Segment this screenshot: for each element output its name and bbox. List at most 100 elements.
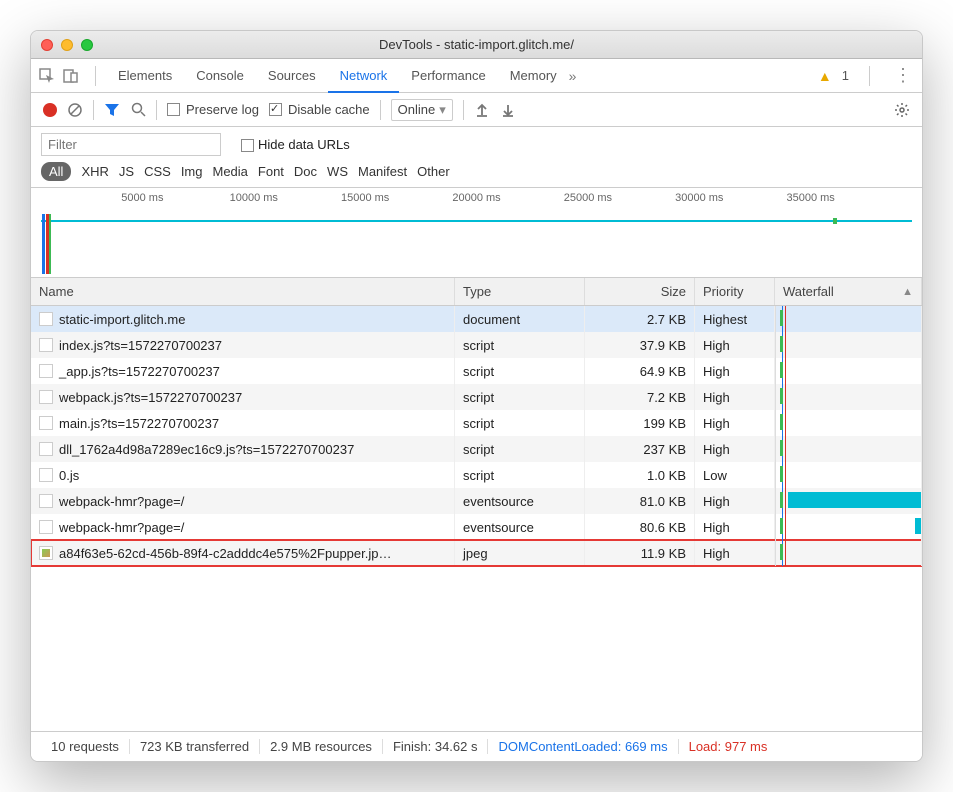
file-name: webpack-hmr?page=/ [59,494,184,509]
tl-label: 20000 ms [452,192,500,204]
tab-memory[interactable]: Memory [498,59,569,92]
cell-size: 199 KB [585,410,695,436]
tab-performance[interactable]: Performance [399,59,497,92]
tab-elements[interactable]: Elements [106,59,184,92]
chip-css[interactable]: CSS [144,164,171,179]
chip-js[interactable]: JS [119,164,134,179]
chip-doc[interactable]: Doc [294,164,317,179]
cell-type: eventsource [455,514,585,540]
col-waterfall[interactable]: Waterfall▲ [775,278,922,305]
table-row[interactable]: main.js?ts=1572270700237script199 KBHigh [31,410,922,436]
preserve-log-checkbox[interactable]: Preserve log [167,102,259,117]
separator [869,66,870,86]
waterfall-load-line [785,462,786,488]
settings-icon[interactable] [894,102,910,118]
waterfall-bar [780,362,783,378]
table-row[interactable]: webpack-hmr?page=/eventsource80.6 KBHigh [31,514,922,540]
filter-input[interactable] [41,133,221,156]
throttling-select[interactable]: Online ▾ [391,99,453,121]
filter-icon[interactable] [104,102,120,118]
cell-size: 1.0 KB [585,462,695,488]
cell-priority: High [695,410,775,436]
cell-name: webpack-hmr?page=/ [31,514,455,540]
table-row[interactable]: webpack-hmr?page=/eventsource81.0 KBHigh [31,488,922,514]
table-row[interactable]: webpack.js?ts=1572270700237script7.2 KBH… [31,384,922,410]
warning-icon[interactable]: ▲ [818,68,832,84]
inspect-element-icon[interactable] [37,66,57,86]
cell-name: index.js?ts=1572270700237 [31,332,455,358]
waterfall-bar [788,492,921,508]
document-file-icon [39,312,53,326]
separator [380,100,381,120]
waterfall-bar [780,466,783,482]
devtools-window: DevTools - static-import.glitch.me/ Elem… [30,30,923,762]
cell-waterfall [775,306,922,332]
waterfall-load-line [785,306,786,332]
cell-waterfall [775,436,922,462]
tab-console[interactable]: Console [184,59,256,92]
overview-timeline[interactable]: 5000 ms 10000 ms 15000 ms 20000 ms 25000… [31,188,922,278]
table-row[interactable]: a84f63e5-62cd-456b-89f4-c2adddc4e575%2Fp… [31,540,922,566]
table-row[interactable]: index.js?ts=1572270700237script37.9 KBHi… [31,332,922,358]
document-file-icon [39,416,53,430]
chip-all[interactable]: All [41,162,71,181]
upload-har-icon[interactable] [474,102,490,118]
table-row[interactable]: dll_1762a4d98a7289ec16c9.js?ts=157227070… [31,436,922,462]
timeline-labels: 5000 ms 10000 ms 15000 ms 20000 ms 25000… [31,192,922,208]
waterfall-bar [780,310,783,326]
document-file-icon [39,364,53,378]
cell-waterfall [775,332,922,358]
document-file-icon [39,520,53,534]
file-name: webpack.js?ts=1572270700237 [59,390,242,405]
cell-size: 81.0 KB [585,488,695,514]
table-row[interactable]: static-import.glitch.medocument2.7 KBHig… [31,306,922,332]
cell-priority: High [695,384,775,410]
col-priority[interactable]: Priority [695,278,775,305]
disable-cache-checkbox[interactable]: Disable cache [269,102,370,117]
chip-img[interactable]: Img [181,164,203,179]
cell-name: 0.js [31,462,455,488]
waterfall-bar [780,544,783,560]
chip-manifest[interactable]: Manifest [358,164,407,179]
search-icon[interactable] [130,102,146,118]
status-resources: 2.9 MB resources [260,739,383,754]
waterfall-load-line [785,488,786,514]
chip-ws[interactable]: WS [327,164,348,179]
chip-other[interactable]: Other [417,164,450,179]
device-toolbar-icon[interactable] [61,66,81,86]
tab-network[interactable]: Network [328,60,400,93]
cell-priority: High [695,436,775,462]
cell-priority: High [695,332,775,358]
record-button[interactable] [43,103,57,117]
tab-sources[interactable]: Sources [256,59,328,92]
separator [95,66,96,86]
hide-data-urls-checkbox[interactable]: Hide data URLs [241,137,350,152]
download-har-icon[interactable] [500,102,516,118]
col-type[interactable]: Type [455,278,585,305]
table-row[interactable]: _app.js?ts=1572270700237script64.9 KBHig… [31,358,922,384]
tl-label: 35000 ms [786,192,834,204]
file-name: main.js?ts=1572270700237 [59,416,219,431]
table-row[interactable]: 0.jsscript1.0 KBLow [31,462,922,488]
cell-size: 11.9 KB [585,540,695,566]
network-toolbar: Preserve log Disable cache Online ▾ [31,93,922,127]
cell-priority: High [695,358,775,384]
chip-font[interactable]: Font [258,164,284,179]
cell-name: webpack-hmr?page=/ [31,488,455,514]
cell-priority: High [695,488,775,514]
cell-priority: Highest [695,306,775,332]
waterfall-bar [780,336,783,352]
status-finish: Finish: 34.62 s [383,739,489,754]
waterfall-load-line [785,514,786,540]
chevron-down-icon: ▾ [439,102,446,118]
more-tabs-icon[interactable]: » [569,68,577,84]
col-size[interactable]: Size [585,278,695,305]
clear-icon[interactable] [67,102,83,118]
waterfall-bar [915,518,921,534]
timeline-selection-left [42,214,45,274]
col-name[interactable]: Name [31,278,455,305]
status-domcontentloaded: DOMContentLoaded: 669 ms [488,739,678,754]
chip-xhr[interactable]: XHR [81,164,108,179]
kebab-menu-icon[interactable]: ⋮ [890,65,916,86]
chip-media[interactable]: Media [212,164,247,179]
